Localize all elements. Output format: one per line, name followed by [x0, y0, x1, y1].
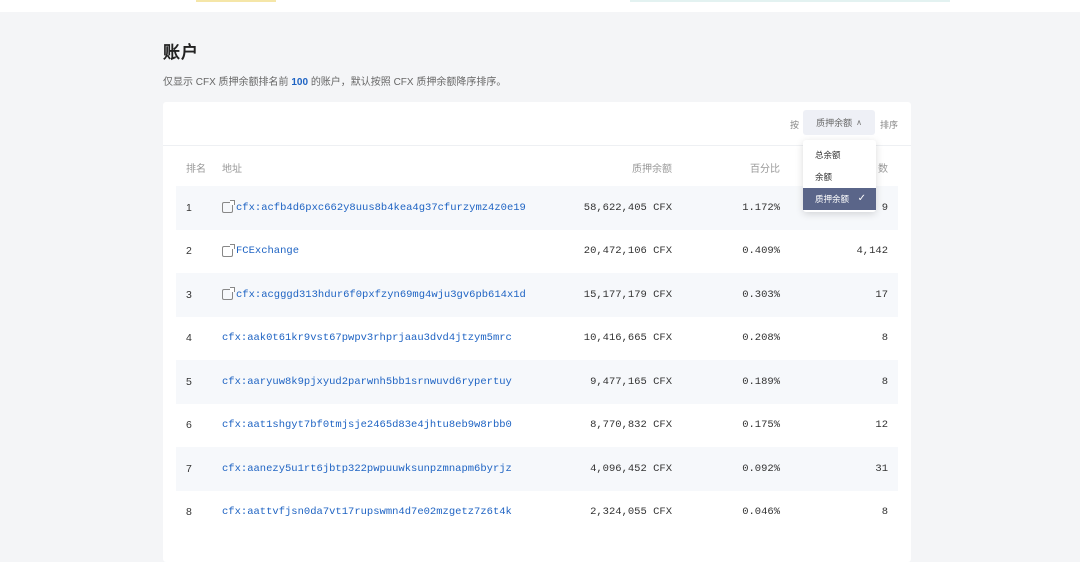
- percentage-cell: 1.172%: [742, 201, 780, 214]
- top-navbar: [0, 0, 1080, 12]
- address-link[interactable]: cfx:aanezy5u1rt6jbtp322pwpuuwksunpzmnapm…: [222, 447, 512, 491]
- staking-balance-cell: 15,177,179 CFX: [583, 288, 672, 301]
- col-percentage: 百分比: [750, 164, 780, 175]
- staking-balance-cell: 2,324,055 CFX: [590, 506, 672, 519]
- address-text: cfx:acfb4d6pxc662y8uus8b4kea4g37cfurzymz…: [236, 201, 526, 214]
- contract-icon: [222, 243, 235, 257]
- address-link[interactable]: cfx:acgggd313hdur6f0pxfzyn69mg4wju3gv6pb…: [222, 273, 526, 317]
- staking-balance-cell: 9,477,165 CFX: [590, 375, 672, 388]
- desc-prefix: 仅显示 CFX 质押余额排名前: [163, 77, 289, 88]
- col-staking-balance[interactable]: 质押余额: [632, 160, 672, 175]
- rank-cell: 8: [186, 506, 192, 519]
- sort-suffix-label: 排序: [880, 120, 899, 130]
- percentage-cell: 0.303%: [742, 288, 780, 301]
- nav-indicator-right: [630, 0, 950, 2]
- staking-balance-cell: 4,096,452 CFX: [590, 462, 672, 475]
- page-description: 仅显示 CFX 质押余额排名前 100 的账户，默认按照 CFX 质押余额降序排…: [163, 73, 506, 88]
- rank-cell: 3: [186, 288, 192, 301]
- table-row: 6 cfx:aat1shgyt7bf0tmjsje2465d83e4jhtu8eb…: [176, 404, 898, 448]
- percentage-cell: 0.046%: [742, 506, 780, 519]
- staking-balance-cell: 58,622,405 CFX: [583, 201, 672, 214]
- rank-cell: 4: [186, 332, 192, 345]
- page-title: 账户: [163, 43, 199, 62]
- address-text: cfx:aattvfjsn0da7vt17rupswmn4d7e02mzgetz…: [222, 506, 512, 519]
- table-row: 4 cfx:aak0t61kr9vst67pwpv3rhprjaau3dvd4jt…: [176, 317, 898, 361]
- address-text: cfx:aaryuw8k9pjxyud2parwnh5bb1srnwuvd6ry…: [222, 375, 512, 388]
- percentage-cell: 0.189%: [742, 375, 780, 388]
- chevron-up-icon: ∧: [856, 118, 862, 127]
- count-cell: 17: [875, 288, 888, 301]
- count-cell: 8: [881, 375, 888, 388]
- table-row: 3 cfx:acgggd313hdur6f0pxfzyn69mg4wju3gv6p…: [176, 273, 898, 317]
- address-text: cfx:aat1shgyt7bf0tmjsje2465d83e4jhtu8eb9…: [222, 419, 512, 432]
- desc-suffix: 的账户，默认按照 CFX 质押余额降序排序。: [310, 77, 507, 88]
- address-link[interactable]: cfx:aattvfjsn0da7vt17rupswmn4d7e02mzgetz…: [222, 491, 512, 535]
- count-cell: 31: [875, 462, 888, 475]
- address-link[interactable]: cfx:aak0t61kr9vst67pwpv3rhprjaau3dvd4jtz…: [222, 317, 512, 361]
- sort-option-staking-balance[interactable]: 质押余额 ✓: [803, 188, 876, 210]
- sort-option-total-balance[interactable]: 总余额: [803, 144, 876, 166]
- sort-selected-label: 质押余额: [816, 118, 853, 128]
- staking-balance-cell: 10,416,665 CFX: [583, 332, 672, 345]
- staking-balance-cell: 8,770,832 CFX: [590, 419, 672, 432]
- rank-cell: 5: [186, 375, 192, 388]
- check-icon: ✓: [857, 193, 866, 204]
- table-header: 排名 地址 质押余额 百分比 数: [176, 146, 898, 186]
- staking-balance-cell: 20,472,106 CFX: [583, 245, 672, 258]
- percentage-cell: 0.092%: [742, 462, 780, 475]
- percentage-cell: 0.208%: [742, 332, 780, 345]
- col-count: 数: [878, 164, 888, 175]
- percentage-cell: 0.175%: [742, 419, 780, 432]
- percentage-cell: 0.409%: [742, 245, 780, 258]
- sort-option-balance[interactable]: 余额: [803, 166, 876, 188]
- table-row: 8 cfx:aattvfjsn0da7vt17rupswmn4d7e02mzget…: [176, 491, 898, 535]
- address-link[interactable]: cfx:acfb4d6pxc662y8uus8b4kea4g37cfurzymz…: [222, 186, 526, 230]
- sort-select[interactable]: 质押余额 ∧: [803, 110, 875, 135]
- address-text: cfx:aanezy5u1rt6jbtp322pwpuuwksunpzmnapm…: [222, 462, 512, 475]
- nav-indicator-left: [196, 0, 276, 2]
- address-link[interactable]: cfx:aat1shgyt7bf0tmjsje2465d83e4jhtu8eb9…: [222, 404, 512, 448]
- rank-cell: 7: [186, 462, 192, 475]
- rank-cell: 6: [186, 419, 192, 432]
- col-rank: 排名: [186, 164, 206, 175]
- count-cell: 9: [881, 201, 888, 214]
- contract-icon: [222, 200, 235, 214]
- sort-option-staking-label: 质押余额: [815, 194, 850, 204]
- table-row: 1 cfx:acfb4d6pxc662y8uus8b4kea4g37cfurzym…: [176, 186, 898, 230]
- address-link[interactable]: FCExchange: [222, 230, 299, 274]
- address-link[interactable]: cfx:aaryuw8k9pjxyud2parwnh5bb1srnwuvd6ry…: [222, 360, 512, 404]
- count-cell: 4,142: [856, 245, 888, 258]
- rank-cell: 2: [186, 245, 192, 258]
- rank-cell: 1: [186, 201, 192, 214]
- count-cell: 12: [875, 419, 888, 432]
- table-row: 7 cfx:aanezy5u1rt6jbtp322pwpuuwksunpzmnap…: [176, 447, 898, 491]
- address-text: cfx:acgggd313hdur6f0pxfzyn69mg4wju3gv6pb…: [236, 288, 526, 301]
- address-text: cfx:aak0t61kr9vst67pwpv3rhprjaau3dvd4jtz…: [222, 332, 512, 345]
- address-text: FCExchange: [236, 245, 300, 258]
- col-address: 地址: [222, 164, 242, 175]
- count-cell: 8: [881, 332, 888, 345]
- table-row: 5 cfx:aaryuw8k9pjxyud2parwnh5bb1srnwuvd6r…: [176, 360, 898, 404]
- desc-count: 100: [291, 77, 309, 88]
- table-row: 2 FCExchange 20,472,106 CFX 0.409% 4,142: [176, 230, 898, 274]
- contract-icon: [222, 287, 235, 301]
- count-cell: 8: [881, 506, 888, 519]
- sort-dropdown-menu: 总余额 余额 质押余额 ✓: [803, 140, 876, 212]
- sort-prefix-label: 按: [790, 120, 800, 130]
